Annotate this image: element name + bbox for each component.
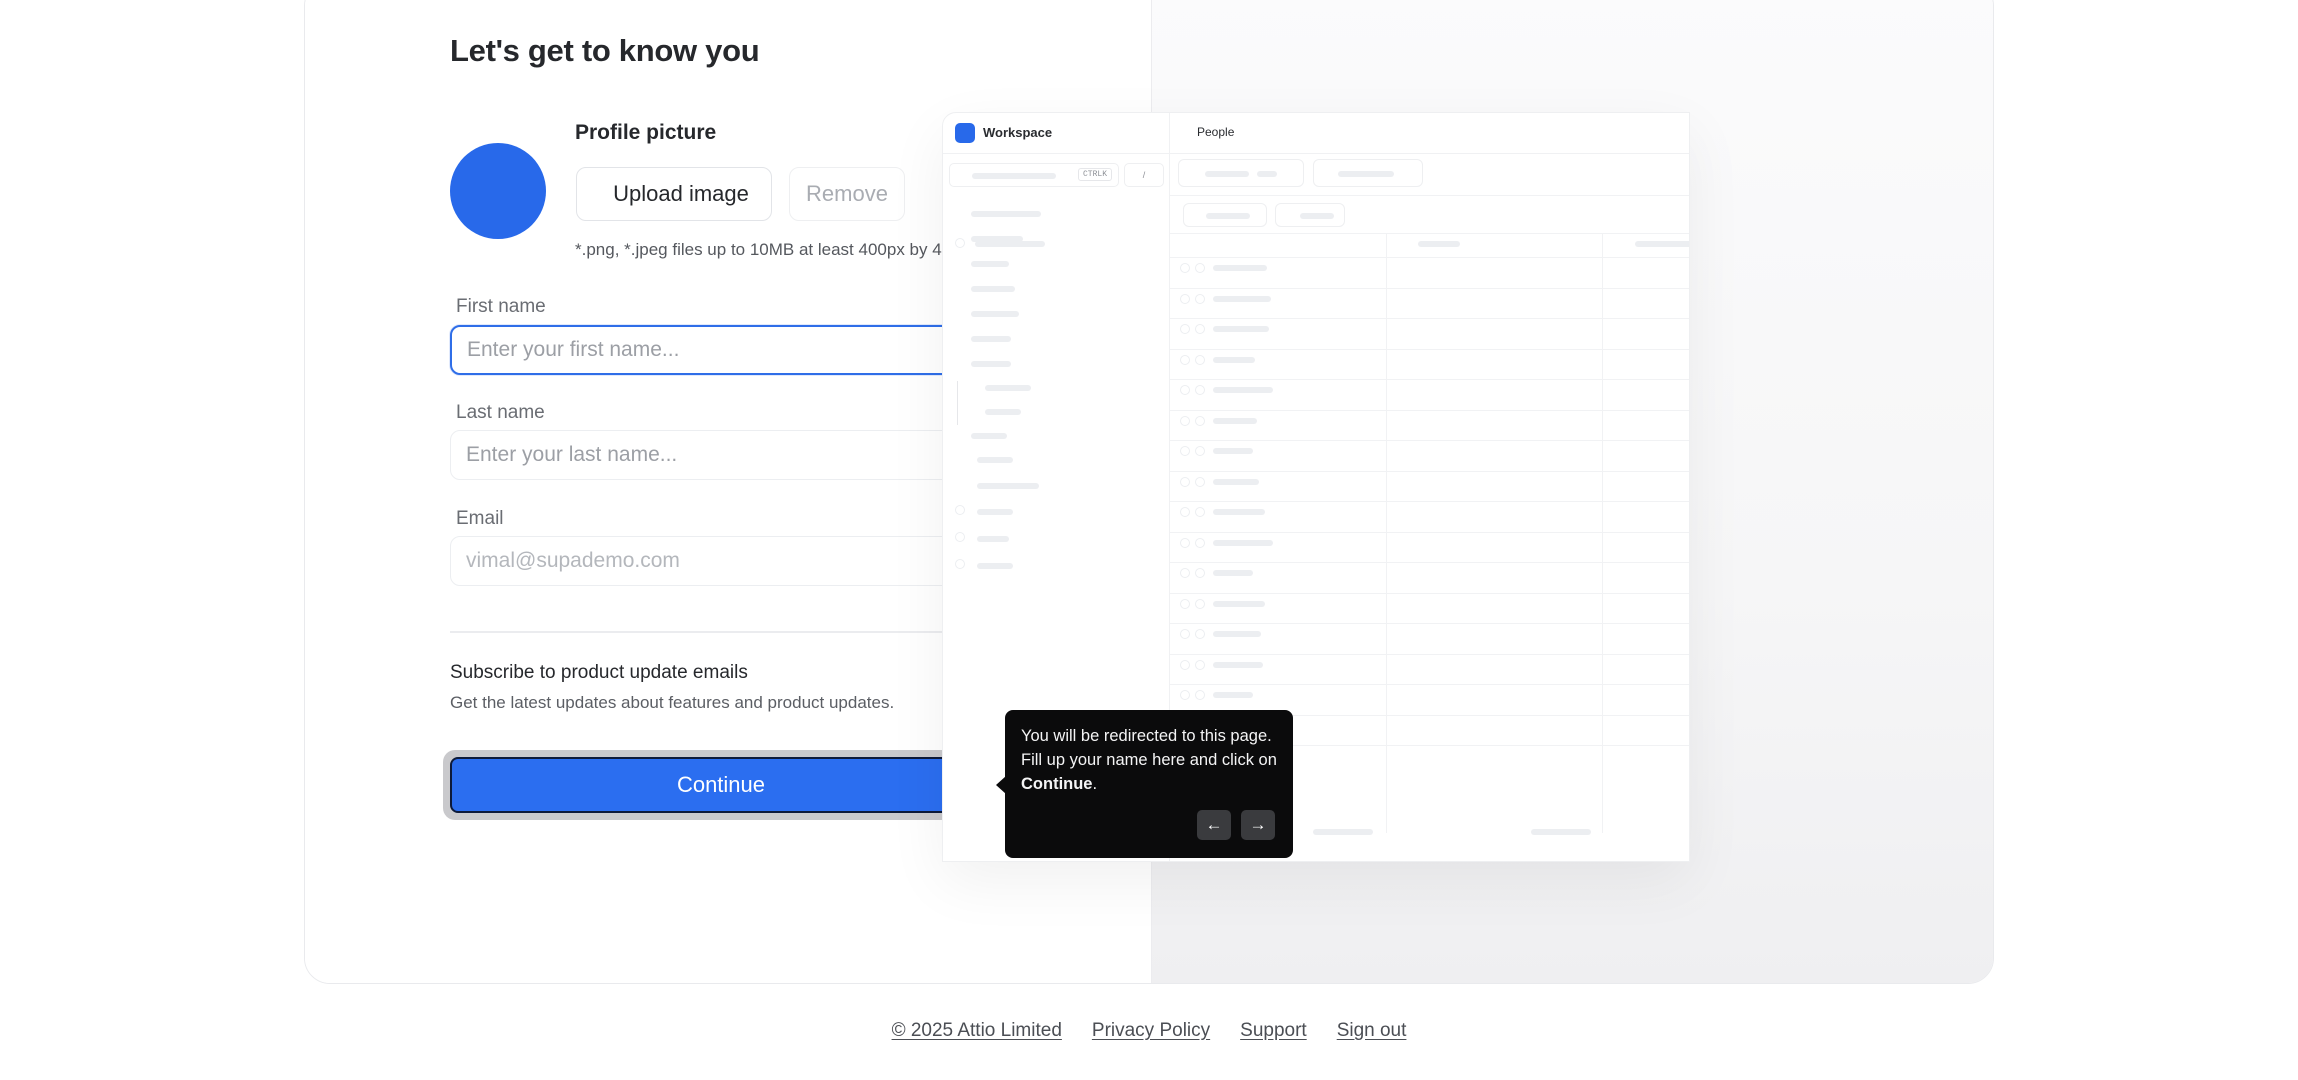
first-name-label: First name	[456, 296, 546, 317]
preview-search: CTRLK	[949, 163, 1119, 187]
workspace-logo-icon	[955, 123, 975, 143]
subscribe-description: Get the latest updates about features an…	[450, 693, 895, 712]
search-shortcut: CTRLK	[1078, 168, 1113, 181]
divider	[450, 631, 992, 633]
tooltip-text: You will be redirected to this page. Fil…	[1021, 727, 1277, 769]
copyright-link[interactable]: © 2025 Attio Limited	[892, 1020, 1062, 1042]
privacy-policy-link[interactable]: Privacy Policy	[1092, 1020, 1210, 1042]
continue-button[interactable]: Continue	[450, 757, 992, 813]
sign-out-link[interactable]: Sign out	[1337, 1020, 1407, 1042]
footer: © 2025 Attio Limited Privacy Policy Supp…	[0, 1020, 2298, 1042]
tooltip-bold-text: Continue	[1021, 775, 1093, 793]
arrow-left-icon[interactable]: ←	[1197, 810, 1231, 840]
profile-picture-label: Profile picture	[575, 121, 717, 144]
upload-image-button[interactable]: Upload image	[576, 167, 772, 221]
subscribe-title: Subscribe to product update emails	[450, 662, 748, 683]
page-name: People	[1197, 125, 1235, 139]
page-title: Let's get to know you	[450, 33, 760, 68]
guide-tooltip: You will be redirected to this page. Fil…	[1005, 710, 1293, 858]
arrow-right-icon[interactable]: →	[1241, 810, 1275, 840]
avatar[interactable]	[450, 143, 546, 239]
last-name-label: Last name	[456, 402, 545, 423]
email-field[interactable]	[450, 536, 990, 586]
workspace-name: Workspace	[983, 125, 1053, 140]
preview-topbar-divider	[943, 153, 1689, 154]
email-label: Email	[456, 508, 504, 529]
support-link[interactable]: Support	[1240, 1020, 1307, 1042]
first-name-input[interactable]	[450, 325, 990, 375]
remove-image-button[interactable]: Remove	[789, 167, 905, 221]
file-hint: *.png, *.jpeg files up to 10MB at least …	[575, 240, 979, 259]
tooltip-text-end: .	[1092, 775, 1098, 793]
last-name-input[interactable]	[450, 430, 990, 480]
slash-key: /	[1124, 163, 1164, 187]
